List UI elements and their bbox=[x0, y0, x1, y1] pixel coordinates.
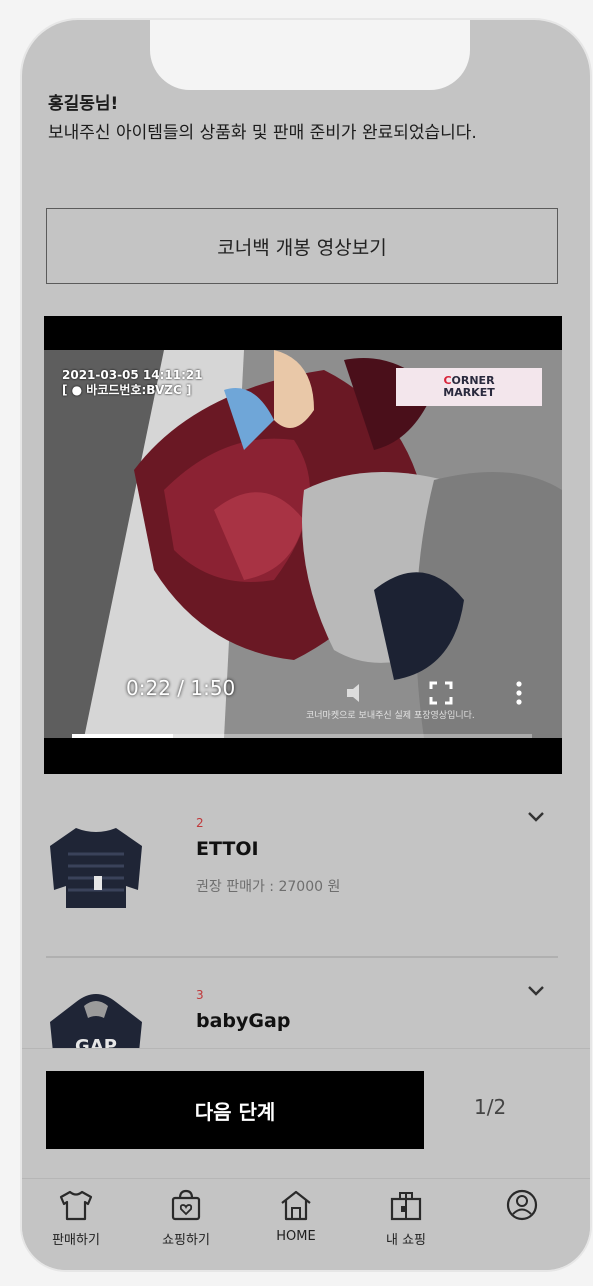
bottom-action-panel: 다음 단계 1/2 bbox=[22, 1048, 590, 1178]
tab-my-shopping[interactable]: 내 쇼핑 bbox=[356, 1189, 456, 1248]
shopping-bag-icon bbox=[171, 1189, 201, 1221]
video-caption: 코너마켓으로 보내주신 실제 포장영상입니다. bbox=[306, 711, 475, 721]
list-item[interactable]: 2 ETTOI 권장 판매가 : 27000 원 bbox=[46, 810, 558, 940]
tshirt-icon bbox=[59, 1190, 93, 1221]
video-frame bbox=[44, 350, 562, 738]
tab-label: HOME bbox=[276, 1229, 316, 1244]
video-frame-image bbox=[44, 350, 562, 738]
video-time: 0:22 / 1:50 bbox=[126, 676, 236, 700]
user-name: 홍길동님! bbox=[48, 94, 119, 114]
divider bbox=[46, 956, 558, 958]
next-step-button[interactable]: 다음 단계 bbox=[46, 1071, 424, 1149]
tab-label: 쇼핑하기 bbox=[162, 1233, 210, 1248]
chevron-down-icon[interactable] bbox=[526, 810, 546, 824]
video-progress-bar[interactable] bbox=[72, 734, 532, 738]
tab-home[interactable]: HOME bbox=[246, 1189, 346, 1244]
tab-shopping[interactable]: 쇼핑하기 bbox=[136, 1189, 236, 1248]
svg-text:GAP: GAP bbox=[75, 1036, 117, 1048]
item-number: 2 bbox=[196, 816, 204, 830]
chevron-down-icon[interactable] bbox=[526, 984, 546, 998]
more-options-icon[interactable] bbox=[506, 680, 532, 706]
bottom-tab-bar: 판매하기 쇼핑하기 HOME 내 쇼핑 bbox=[22, 1178, 590, 1270]
video-player[interactable]: 2021-03-05 14:11:21 [ ● 바코드번호:BVZC ] COR… bbox=[44, 316, 562, 774]
item-brand: babyGap bbox=[196, 1010, 291, 1032]
page-indicator: 1/2 bbox=[474, 1095, 507, 1119]
tab-sell[interactable]: 판매하기 bbox=[26, 1189, 126, 1248]
item-brand: ETTOI bbox=[196, 838, 259, 860]
user-circle-icon bbox=[506, 1189, 538, 1221]
phone-screen: 홍길동님! 보내주신 아이템들의 상품화 및 판매 준비가 완료되었습니다. 코… bbox=[22, 20, 590, 1270]
greeting: 홍길동님! 보내주신 아이템들의 상품화 및 판매 준비가 완료되었습니다. bbox=[48, 90, 558, 148]
item-thumbnail-sweater bbox=[50, 828, 142, 908]
phone-notch bbox=[150, 20, 470, 90]
list-item[interactable]: GAP 3 babyGap bbox=[46, 982, 558, 1048]
barcode-label: [ ● 바코드번호:BVZC ] bbox=[62, 383, 192, 397]
tab-profile[interactable] bbox=[472, 1189, 572, 1229]
corner-market-logo: CORNER MARKET bbox=[396, 368, 542, 406]
item-number: 3 bbox=[196, 988, 204, 1002]
tab-label: 판매하기 bbox=[52, 1233, 100, 1248]
home-icon bbox=[281, 1190, 311, 1221]
video-timestamp: 2021-03-05 14:11:21 [ ● 바코드번호:BVZC ] bbox=[62, 368, 203, 397]
fullscreen-icon[interactable] bbox=[428, 680, 454, 706]
item-thumbnail-hoodie: GAP bbox=[50, 994, 142, 1048]
watch-unboxing-video-button[interactable]: 코너백 개봉 영상보기 bbox=[46, 208, 558, 284]
tab-label: 내 쇼핑 bbox=[385, 1233, 426, 1248]
item-price: 권장 판매가 : 27000 원 bbox=[196, 879, 341, 895]
gift-bag-icon bbox=[390, 1192, 422, 1221]
greeting-message: 보내주신 아이템들의 상품화 및 판매 준비가 완료되었습니다. bbox=[48, 123, 477, 143]
volume-icon[interactable] bbox=[344, 680, 370, 706]
video-progress-fill bbox=[72, 734, 174, 738]
